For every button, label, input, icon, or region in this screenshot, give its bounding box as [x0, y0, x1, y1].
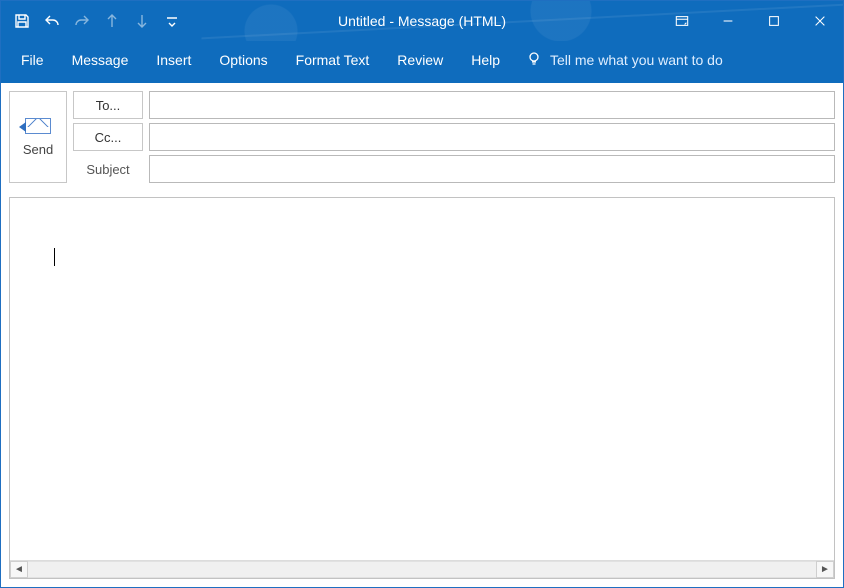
send-label: Send: [23, 142, 53, 157]
tell-me-search[interactable]: Tell me what you want to do: [514, 43, 735, 78]
quick-access-toolbar: [1, 1, 187, 41]
message-header: Send To... Cc... Subject: [9, 91, 835, 183]
scroll-track[interactable]: [28, 561, 816, 578]
window-controls: [659, 1, 843, 41]
menu-bar: File Message Insert Options Format Text …: [1, 41, 843, 83]
minimize-icon[interactable]: [705, 1, 751, 41]
previous-item-icon: [97, 1, 127, 41]
compose-area: Send To... Cc... Subject ◄ ►: [1, 83, 843, 587]
message-body[interactable]: [10, 198, 834, 560]
subject-label: Subject: [73, 155, 143, 183]
save-icon[interactable]: [7, 1, 37, 41]
menu-insert[interactable]: Insert: [142, 44, 205, 76]
text-caret-icon: [54, 248, 55, 266]
customize-qat-icon[interactable]: [157, 1, 187, 41]
menu-file[interactable]: File: [7, 44, 58, 76]
close-icon[interactable]: [797, 1, 843, 41]
horizontal-scrollbar[interactable]: ◄ ►: [10, 560, 834, 578]
maximize-icon[interactable]: [751, 1, 797, 41]
menu-format-text[interactable]: Format Text: [282, 44, 384, 76]
to-field[interactable]: [149, 91, 835, 119]
send-icon: [25, 118, 51, 134]
lightbulb-icon: [526, 51, 542, 70]
title-bar: Untitled - Message (HTML): [1, 1, 843, 41]
cc-field[interactable]: [149, 123, 835, 151]
menu-review[interactable]: Review: [383, 44, 457, 76]
menu-options[interactable]: Options: [205, 44, 281, 76]
send-button[interactable]: Send: [9, 91, 67, 183]
subject-field[interactable]: [149, 155, 835, 183]
message-body-container: ◄ ►: [9, 197, 835, 579]
next-item-icon: [127, 1, 157, 41]
compose-window: Untitled - Message (HTML) File Message I…: [0, 0, 844, 588]
cc-button[interactable]: Cc...: [73, 123, 143, 151]
menu-message[interactable]: Message: [58, 44, 143, 76]
ribbon-display-options-icon[interactable]: [659, 1, 705, 41]
scroll-left-icon[interactable]: ◄: [10, 561, 28, 578]
menu-help[interactable]: Help: [457, 44, 514, 76]
scroll-right-icon[interactable]: ►: [816, 561, 834, 578]
tell-me-label: Tell me what you want to do: [550, 52, 723, 68]
undo-icon[interactable]: [37, 1, 67, 41]
to-button[interactable]: To...: [73, 91, 143, 119]
redo-icon: [67, 1, 97, 41]
